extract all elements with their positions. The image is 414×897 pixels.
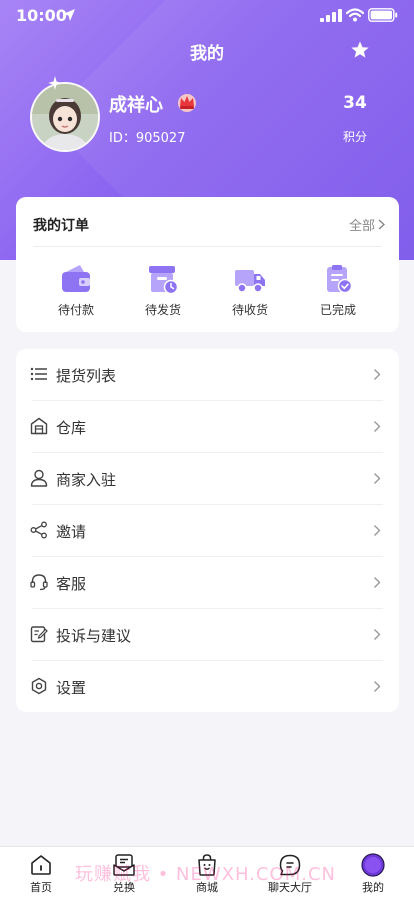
- headset-icon: [30, 574, 48, 591]
- avatar[interactable]: [30, 82, 100, 152]
- menu-item-customer-service[interactable]: 客服: [16, 557, 399, 609]
- menu-item-settings[interactable]: 设置: [16, 661, 399, 713]
- tab-exchange[interactable]: 兑换: [83, 853, 165, 895]
- tab-label: 兑换: [113, 881, 135, 894]
- tab-home[interactable]: 首页: [0, 853, 82, 895]
- chevron-right-icon: [378, 219, 385, 230]
- home-icon: [31, 855, 51, 875]
- tab-label: 我的: [362, 881, 384, 894]
- status-bar: 10:00: [0, 0, 414, 34]
- chevron-right-icon: [374, 525, 381, 536]
- tab-bar: 首页 兑换 商城 聊天大厅 我的: [0, 846, 414, 897]
- order-pending-shipment[interactable]: 待发货: [123, 263, 203, 318]
- cellular-signal-icon: [320, 9, 342, 22]
- status-time: 10:00: [16, 6, 67, 25]
- shopping-bag-icon: [198, 854, 216, 876]
- divider: [33, 246, 382, 247]
- sparkle-icon: [48, 76, 62, 90]
- menu-item-label: 设置: [56, 679, 87, 697]
- order-pending-receipt[interactable]: 待收货: [210, 263, 290, 318]
- battery-icon: [368, 8, 398, 22]
- chevron-right-icon: [374, 473, 381, 484]
- menu-item-label: 客服: [56, 575, 87, 593]
- order-pending-payment[interactable]: 待付款: [36, 263, 116, 318]
- order-item-label: 待发货: [144, 303, 181, 317]
- share-icon: [30, 521, 47, 539]
- warehouse-icon: [30, 417, 48, 435]
- menu-card: 提货列表 仓库 商家入驻 邀请 客服 投诉与建议 设置: [16, 349, 399, 712]
- menu-item-pickup-list[interactable]: 提货列表: [16, 349, 399, 401]
- wallet-icon: [62, 265, 90, 292]
- order-item-label: 待收货: [231, 303, 268, 317]
- username: 成祥心: [109, 95, 163, 116]
- gear-icon: [31, 677, 47, 695]
- exchange-icon: [113, 854, 135, 876]
- menu-item-label: 商家入驻: [56, 471, 117, 489]
- order-completed[interactable]: 已完成: [298, 263, 378, 318]
- menu-item-label: 邀请: [56, 523, 87, 541]
- location-arrow-icon: [63, 9, 75, 21]
- clipboard-check-icon: [327, 265, 353, 294]
- user-id: ID：905027: [109, 131, 186, 146]
- tab-chat-hall[interactable]: 聊天大厅: [249, 853, 331, 895]
- chevron-right-icon: [374, 421, 381, 432]
- wifi-icon: [346, 8, 364, 22]
- avatar-image: [32, 84, 98, 150]
- user-icon: [30, 469, 48, 487]
- chevron-right-icon: [374, 369, 381, 380]
- tab-mall[interactable]: 商城: [166, 853, 248, 895]
- view-all-orders-link[interactable]: 全部: [349, 215, 385, 234]
- order-item-label: 已完成: [319, 303, 356, 317]
- chevron-right-icon: [374, 577, 381, 588]
- menu-item-merchant-join[interactable]: 商家入驻: [16, 453, 399, 505]
- chevron-right-icon: [374, 681, 381, 692]
- order-section-title: 我的订单: [33, 218, 89, 234]
- list-icon: [30, 367, 47, 381]
- menu-item-label: 仓库: [56, 419, 87, 437]
- profile-dot-icon: [361, 853, 385, 877]
- menu-item-label: 投诉与建议: [56, 627, 132, 645]
- menu-item-warehouse[interactable]: 仓库: [16, 401, 399, 453]
- menu-item-invite[interactable]: 邀请: [16, 505, 399, 557]
- crown-badge-icon: [178, 94, 196, 112]
- edit-icon: [30, 626, 48, 643]
- tab-label: 聊天大厅: [268, 881, 312, 894]
- points-value[interactable]: 34: [330, 93, 380, 113]
- chevron-right-icon: [374, 629, 381, 640]
- menu-item-feedback[interactable]: 投诉与建议: [16, 609, 399, 661]
- tab-profile[interactable]: 我的: [332, 853, 414, 895]
- menu-item-label: 提货列表: [56, 367, 117, 385]
- view-all-label: 全部: [348, 219, 375, 234]
- box-clock-icon: [149, 266, 179, 295]
- order-card: 我的订单 全部 待付款 待发货 待收货 已完成: [16, 197, 399, 332]
- chat-icon: [279, 854, 301, 876]
- order-item-label: 待付款: [57, 303, 94, 317]
- tab-label: 首页: [30, 881, 52, 894]
- tab-label: 商城: [196, 881, 218, 894]
- star-icon[interactable]: [350, 40, 370, 60]
- truck-icon: [235, 270, 265, 293]
- points-label: 积分: [342, 130, 367, 144]
